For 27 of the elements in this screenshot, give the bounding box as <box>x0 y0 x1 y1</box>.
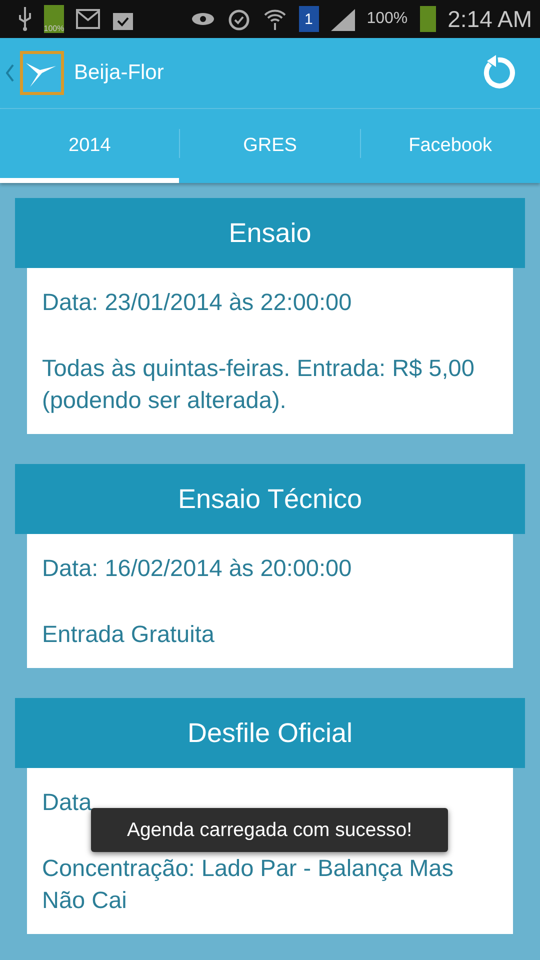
eye-icon <box>190 11 215 27</box>
clock: 2:14 AM <box>448 6 532 32</box>
tab[interactable]: 2014 <box>0 109 180 183</box>
sim-icon: 1 <box>298 6 319 32</box>
event-header: Ensaio <box>15 198 525 268</box>
signal-icon <box>330 7 355 31</box>
event-header: Desfile Oficial <box>15 698 525 768</box>
bird-logo-icon[interactable] <box>20 51 64 95</box>
usb-icon <box>18 7 32 31</box>
event-text: Todas às quintas-feiras. Entrada: R$ 5,00 (podendo ser alterada). <box>42 354 476 415</box>
toast-message: Agenda carregada com sucesso! <box>91 808 448 852</box>
battery-icon: 100% <box>44 5 64 33</box>
event-text: Data <box>42 788 93 817</box>
tab[interactable]: GRES <box>180 109 360 183</box>
back-icon[interactable] <box>6 64 14 82</box>
tab[interactable]: Facebook <box>360 109 540 183</box>
wifi-icon <box>262 7 287 31</box>
event-text: Data: 23/01/2014 às 22:00:00 <box>42 288 353 317</box>
event-text: Entrada Gratuita <box>42 620 216 649</box>
alarm-icon <box>226 7 251 31</box>
event-text: Concentração: Lado Par - Balança Mas Não Cai <box>42 854 454 915</box>
event-text: Data: 16/02/2014 às 20:00:00 <box>42 554 353 583</box>
battery-icon <box>420 6 436 32</box>
event-header: Ensaio Técnico <box>15 464 525 534</box>
app-title: Beija-Flor <box>74 61 165 85</box>
battery-percent: 100% <box>366 10 408 28</box>
mail-icon <box>76 9 100 29</box>
